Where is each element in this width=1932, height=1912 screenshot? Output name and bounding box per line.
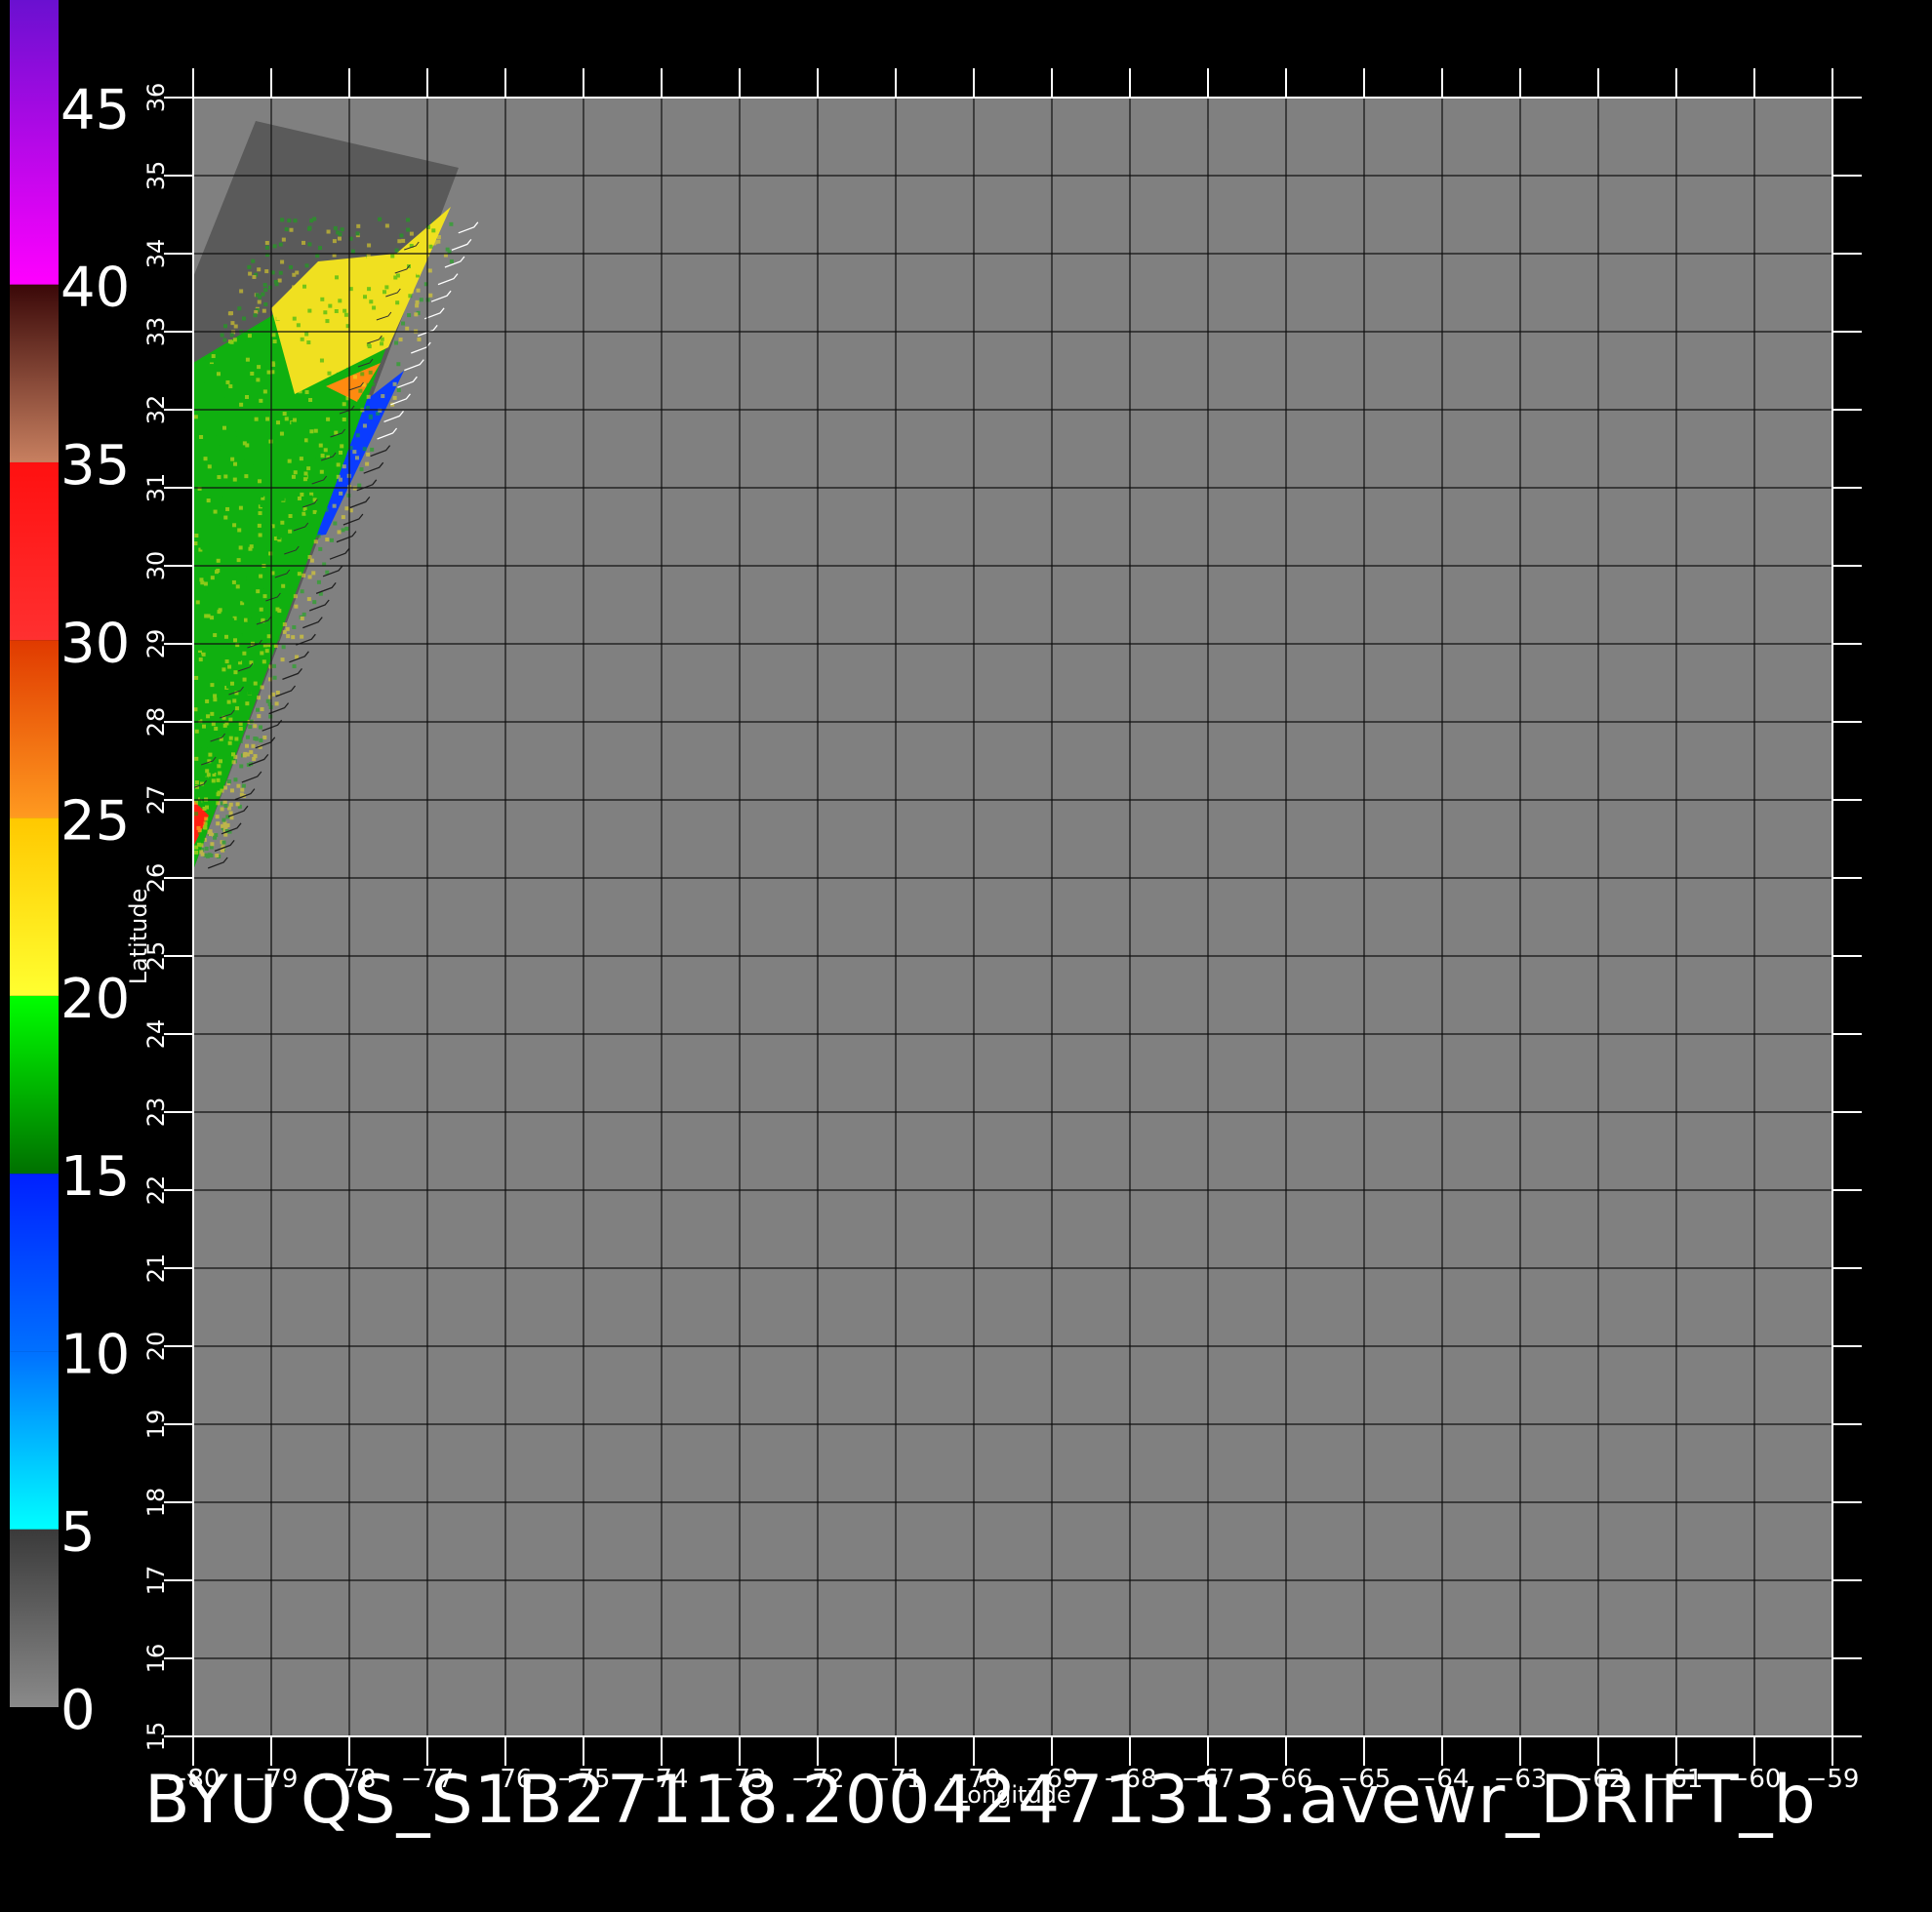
y-tick-label: 36 (142, 83, 170, 113)
y-axis-label: Latitude (125, 889, 152, 985)
map-area (193, 98, 1832, 1736)
colorbar (10, 0, 59, 1707)
colorbar-tick-label: 30 (60, 612, 130, 675)
colorbar-segment (10, 284, 59, 462)
y-tick-label: 17 (142, 1566, 170, 1596)
y-tick-label: 23 (142, 1097, 170, 1128)
y-tick-label: 32 (142, 395, 170, 425)
colorbar-segment (10, 461, 59, 641)
image-title: BYU QS_S1B27118.20042471313.avewr_DRIFT_… (144, 1762, 1817, 1839)
y-tick-label: 16 (142, 1644, 170, 1674)
y-tick-label: 29 (142, 629, 170, 659)
colorbar-segment (10, 1529, 59, 1707)
y-tick-label: 34 (142, 239, 170, 269)
y-tick-label: 30 (142, 551, 170, 581)
y-tick-label: 19 (142, 1410, 170, 1440)
colorbar-segment (10, 1174, 59, 1352)
colorbar-tick-label: 5 (60, 1501, 96, 1565)
colorbar-segment (10, 1351, 59, 1530)
colorbar-segment (10, 995, 59, 1175)
y-tick-label: 24 (142, 1019, 170, 1050)
y-tick-label: 18 (142, 1488, 170, 1518)
wind-map-figure: 051015202530354045 −80 −79 −78 −77 −76 −75 −74… (10, 0, 1862, 1809)
colorbar-segment (10, 0, 59, 285)
colorbar-tick-label: 25 (60, 790, 130, 854)
colorbar-tick-label: 35 (60, 434, 130, 498)
colorbar-tick-label: 0 (60, 1679, 96, 1742)
y-tick-label: 20 (142, 1332, 170, 1362)
y-tick-label: 21 (142, 1254, 170, 1284)
y-tick-label: 35 (142, 161, 170, 191)
y-tick-label: 28 (142, 707, 170, 737)
y-tick-label: 31 (142, 473, 170, 503)
y-tick-label: 33 (142, 317, 170, 347)
y-tick-label: 22 (142, 1175, 170, 1206)
colorbar-tick-label: 20 (60, 968, 130, 1031)
y-tick-label: 27 (142, 785, 170, 816)
y-tick-label: 15 (142, 1722, 170, 1752)
colorbar-tick-label: 15 (60, 1145, 130, 1209)
colorbar-segment (10, 817, 59, 996)
colorbar-segment (10, 640, 59, 818)
colorbar-tick-label: 40 (60, 257, 130, 320)
colorbar-tick-label: 45 (60, 78, 130, 141)
colorbar-labels: 0 5 10 15 20 25 30 35 40 45 (60, 78, 130, 1742)
colorbar-tick-label: 10 (60, 1323, 130, 1386)
